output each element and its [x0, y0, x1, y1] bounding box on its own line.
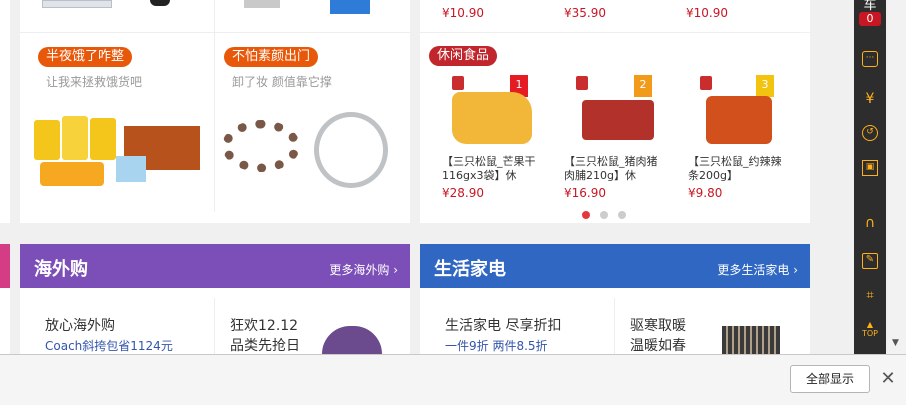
- download-bar: 全部显示 ✕: [0, 354, 906, 405]
- product-price: ¥28.90: [442, 186, 484, 200]
- brand-logo-icon: [576, 76, 588, 90]
- product-image-partial[interactable]: [330, 0, 370, 14]
- left-edge-panel: [0, 288, 10, 354]
- product-image-partial[interactable]: [42, 0, 112, 8]
- brand-logo-icon: [452, 76, 464, 90]
- yen-icon[interactable]: ¥: [862, 91, 878, 107]
- scrollbar[interactable]: ▼: [888, 0, 906, 354]
- mango-product-image[interactable]: [452, 92, 532, 144]
- tile-title[interactable]: 狂欢12.12: [230, 315, 298, 335]
- left-edge-accent: [0, 244, 10, 288]
- product-title[interactable]: 【三只松鼠_芒果干116gx3袋】休: [442, 155, 546, 183]
- more-link[interactable]: 更多生活家电 ›: [717, 261, 798, 278]
- pork-jerky-image[interactable]: [582, 100, 654, 140]
- product-title[interactable]: 【三只松鼠_猪肉猪肉脯210g】休: [564, 155, 668, 183]
- tile-subtitle[interactable]: 一件9折 两件8.5折: [445, 337, 548, 354]
- tile-title-line2[interactable]: 品类先抢日: [230, 335, 300, 355]
- product-price: ¥10.90: [686, 6, 728, 20]
- panel-divider: [20, 32, 410, 33]
- product-price: ¥9.80: [688, 186, 723, 200]
- product-price: ¥16.90: [564, 186, 606, 200]
- back-to-top-label: TOP: [861, 329, 878, 338]
- product-price: ¥10.90: [442, 6, 484, 20]
- carousel-dot[interactable]: [582, 211, 590, 219]
- tile-subtitle[interactable]: Coach斜挎包省1124元: [45, 337, 173, 354]
- tile-title[interactable]: 放心海外购: [45, 315, 115, 335]
- scan-icon[interactable]: ⌗: [862, 288, 878, 304]
- scroll-down-arrow-icon[interactable]: ▼: [892, 338, 899, 348]
- favorites-icon[interactable]: ▣: [862, 160, 878, 176]
- product-price: ¥35.90: [564, 6, 606, 20]
- right-toolbar: 车 0 ··· ¥ ↺ ▣ ∩ ✎ ⌗ ▲ TOP: [854, 0, 886, 354]
- carousel-dot[interactable]: [618, 211, 626, 219]
- spicy-strips-image[interactable]: [706, 96, 772, 144]
- snack-products-image[interactable]: [30, 106, 206, 192]
- product-image-partial[interactable]: [150, 0, 170, 6]
- section-title: 海外购: [34, 259, 88, 280]
- left-edge-panel: [0, 0, 10, 223]
- rank-badge: 2: [634, 75, 652, 97]
- snacks-tag[interactable]: 休闲食品: [429, 46, 498, 66]
- section-title: 生活家电: [434, 259, 506, 280]
- close-icon[interactable]: ✕: [878, 369, 898, 389]
- headset-icon[interactable]: ∩: [862, 215, 878, 231]
- more-link[interactable]: 更多海外购 ›: [329, 261, 398, 278]
- triangle-up-icon: ▲: [866, 320, 874, 329]
- tile-title[interactable]: 生活家电 尽享折扣: [445, 315, 561, 335]
- cart-count-badge: 0: [859, 12, 881, 26]
- chevron-right-icon: ›: [793, 263, 798, 277]
- chevron-right-icon: ›: [393, 263, 398, 277]
- promo-tag-snacks[interactable]: 半夜饿了咋整: [38, 47, 133, 67]
- heater-image[interactable]: [722, 326, 780, 354]
- promo-tag-beauty[interactable]: 不怕素颜出门: [224, 47, 319, 67]
- promo-subtitle: 让我来拯救饿货吧: [46, 75, 143, 89]
- promo-subtitle: 卸了妆 颜值靠它撑: [232, 75, 332, 89]
- back-to-top-button[interactable]: ▲ TOP: [858, 320, 882, 338]
- feedback-icon[interactable]: ✎: [862, 253, 878, 269]
- tile-divider: [214, 298, 215, 354]
- tile-title[interactable]: 驱寒取暖: [630, 315, 686, 335]
- carousel-dot[interactable]: [600, 211, 608, 219]
- tile-title-line2[interactable]: 温暖如春: [630, 335, 686, 355]
- tile-divider: [614, 298, 615, 354]
- brand-logo-icon: [700, 76, 712, 90]
- product-image-partial[interactable]: [244, 0, 280, 8]
- rank-badge: 3: [756, 75, 774, 97]
- jewelry-image[interactable]: [218, 104, 398, 194]
- product-title[interactable]: 【三只松鼠_约辣辣条200g】: [688, 155, 792, 183]
- section-header-overseas: 海外购 更多海外购 ›: [20, 244, 410, 288]
- show-all-button[interactable]: 全部显示: [790, 365, 870, 393]
- section-header-appliances: 生活家电 更多生活家电 ›: [420, 244, 810, 288]
- message-icon[interactable]: ···: [862, 51, 878, 67]
- history-icon[interactable]: ↺: [862, 125, 878, 141]
